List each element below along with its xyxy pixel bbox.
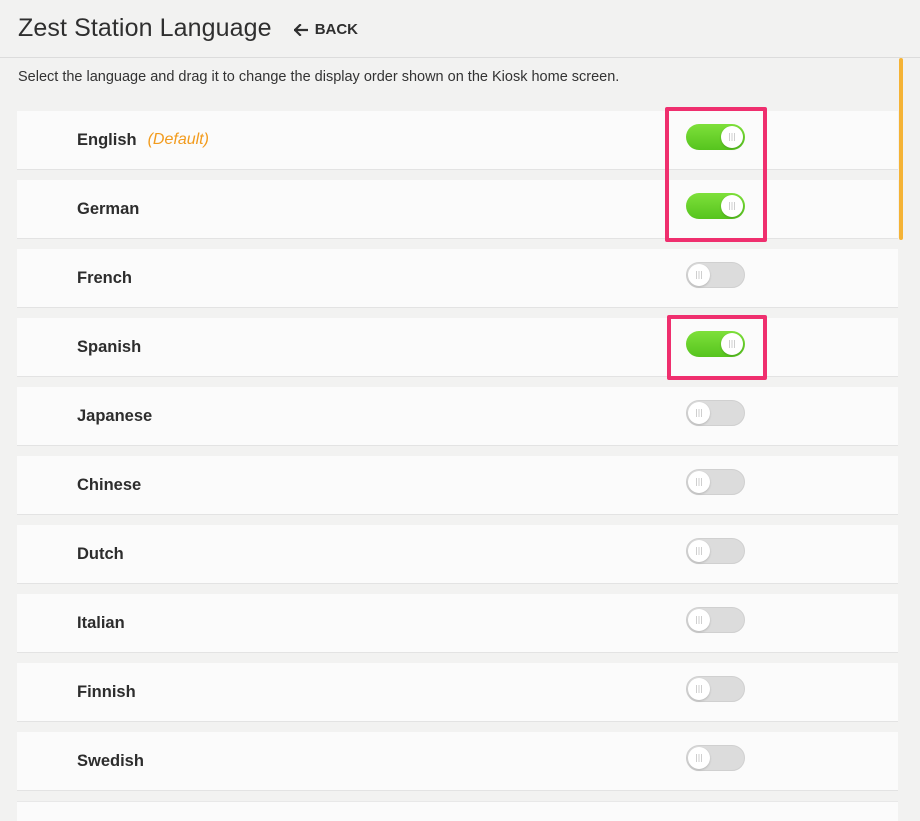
toggle-knob: [688, 264, 710, 286]
language-row-chinese[interactable]: Chinese: [17, 456, 898, 515]
language-name: Swedish: [77, 751, 144, 770]
grip-icon: [696, 685, 702, 693]
language-row-english[interactable]: English (Default): [17, 111, 898, 170]
grip-icon: [729, 133, 735, 141]
instructions-text: Select the language and drag it to chang…: [18, 69, 620, 85]
header: Zest Station Language BACK: [0, 0, 920, 58]
toggle-knob: [688, 471, 710, 493]
grip-icon: [729, 202, 735, 210]
toggle-german[interactable]: [686, 193, 745, 219]
page-title: Zest Station Language: [18, 14, 272, 42]
toggle-knob: [688, 747, 710, 769]
grip-icon: [696, 616, 702, 624]
page: Zest Station Language BACK Select the la…: [0, 0, 920, 821]
toggle-knob: [688, 402, 710, 424]
toggle-dutch[interactable]: [686, 538, 745, 564]
language-row-finnish[interactable]: Finnish: [17, 663, 898, 722]
scrollbar[interactable]: [899, 58, 903, 240]
language-row-dutch[interactable]: Dutch: [17, 525, 898, 584]
language-name: Spanish: [77, 337, 142, 356]
toggle-french[interactable]: [686, 262, 745, 288]
language-name: German: [77, 199, 140, 218]
language-list: English (Default) German French Spanish Japan…: [17, 111, 898, 801]
toggle-spanish[interactable]: [686, 331, 745, 357]
toggle-knob: [721, 195, 743, 217]
toggle-knob: [688, 678, 710, 700]
toggle-italian[interactable]: [686, 607, 745, 633]
grip-icon: [696, 478, 702, 486]
language-name: Dutch: [77, 544, 124, 563]
language-row-swedish[interactable]: Swedish: [17, 732, 898, 791]
back-button[interactable]: BACK: [293, 21, 359, 38]
language-name: English: [77, 130, 137, 149]
grip-icon: [729, 340, 735, 348]
toggle-finnish[interactable]: [686, 676, 745, 702]
grip-icon: [696, 547, 702, 555]
toggle-chinese[interactable]: [686, 469, 745, 495]
toggle-knob: [688, 609, 710, 631]
grip-icon: [696, 271, 702, 279]
toggle-knob: [721, 333, 743, 355]
list-item[interactable]: [17, 801, 898, 821]
grip-icon: [696, 754, 702, 762]
language-row-french[interactable]: French: [17, 249, 898, 308]
back-arrow-icon: [293, 23, 308, 36]
language-row-german[interactable]: German: [17, 180, 898, 239]
language-row-italian[interactable]: Italian: [17, 594, 898, 653]
default-tag: (Default): [147, 131, 209, 148]
language-name: Chinese: [77, 475, 142, 494]
language-row-japanese[interactable]: Japanese: [17, 387, 898, 446]
grip-icon: [696, 409, 702, 417]
toggle-japanese[interactable]: [686, 400, 745, 426]
language-name: Japanese: [77, 406, 153, 425]
toggle-knob: [688, 540, 710, 562]
toggle-swedish[interactable]: [686, 745, 745, 771]
back-label: BACK: [314, 21, 359, 38]
language-name: French: [77, 268, 133, 287]
language-name: Italian: [77, 613, 125, 632]
toggle-knob: [721, 126, 743, 148]
language-name: Finnish: [77, 682, 136, 701]
toggle-english[interactable]: [686, 124, 745, 150]
language-row-spanish[interactable]: Spanish: [17, 318, 898, 377]
